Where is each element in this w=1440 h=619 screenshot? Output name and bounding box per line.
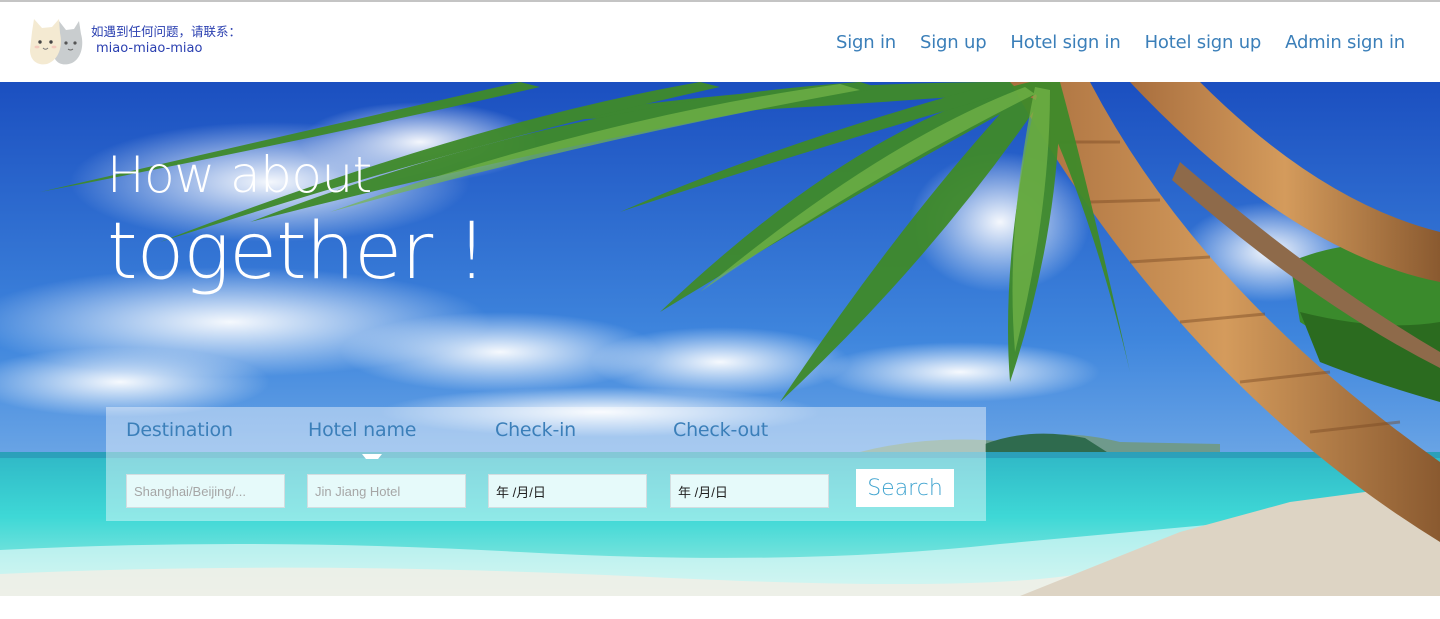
headline-line-2: together ! xyxy=(107,207,487,297)
check-in-label: Check-in xyxy=(495,419,577,441)
destination-input[interactable] xyxy=(126,474,285,508)
hero-headline: How about together ! xyxy=(107,146,487,297)
headline-line-1: How about xyxy=(107,146,372,204)
nav-hotel-sign-up[interactable]: Hotel sign up xyxy=(1145,32,1262,53)
nav-hotel-sign-in[interactable]: Hotel sign in xyxy=(1010,32,1120,53)
hotel-name-label: Hotel name xyxy=(308,419,417,441)
contact-handle[interactable]: miao-miao-miao xyxy=(91,40,241,57)
nav-admin-sign-in[interactable]: Admin sign in xyxy=(1285,32,1405,53)
hotel-search-panel: Destination Hotel name Check-in Check-ou… xyxy=(106,407,986,521)
check-out-label: Check-out xyxy=(673,419,768,441)
hotel-name-input[interactable] xyxy=(307,474,466,508)
nav-sign-in[interactable]: Sign in xyxy=(836,32,896,53)
search-button[interactable]: Search xyxy=(856,469,954,507)
nav-sign-up[interactable]: Sign up xyxy=(920,32,987,53)
site-header: 如遇到任何问题，请联系： miao-miao-miao Sign in Sign… xyxy=(0,2,1440,82)
hero-banner: How about together ! Destination Hotel n… xyxy=(0,82,1440,596)
check-in-date-input[interactable] xyxy=(488,474,647,508)
top-nav: Sign in Sign up Hotel sign in Hotel sign… xyxy=(836,32,1405,53)
contact-info: 如遇到任何问题，请联系： miao-miao-miao xyxy=(91,23,241,57)
page-bottom xyxy=(0,596,1440,619)
check-out-date-input[interactable] xyxy=(670,474,829,508)
two-cats-logo-icon[interactable] xyxy=(28,16,84,66)
destination-label: Destination xyxy=(126,419,233,441)
contact-line: 如遇到任何问题，请联系： xyxy=(91,24,242,39)
